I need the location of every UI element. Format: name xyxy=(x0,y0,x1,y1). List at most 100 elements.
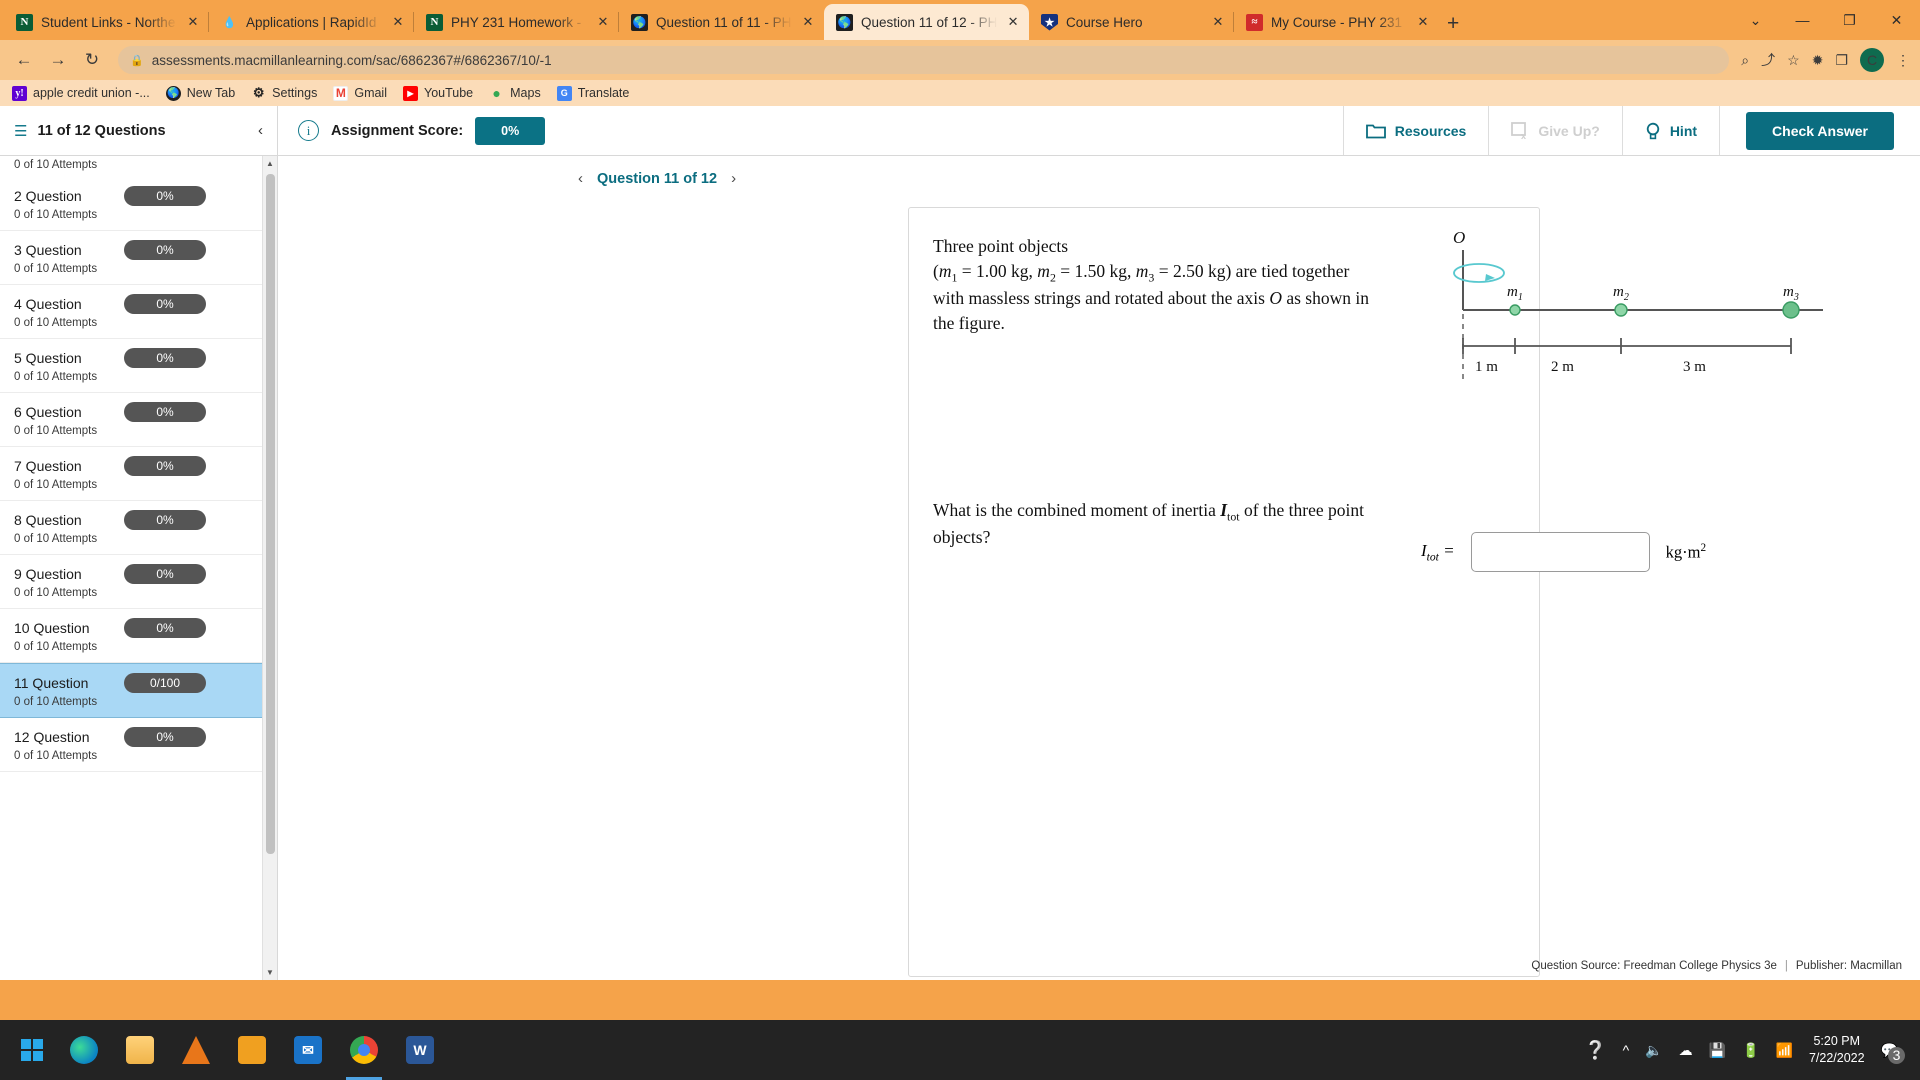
score-badge: 0% xyxy=(124,240,206,260)
maximize-button[interactable]: ❐ xyxy=(1826,0,1873,40)
check-answer-container: Check Answer xyxy=(1719,106,1920,155)
close-icon[interactable]: ✕ xyxy=(390,14,406,30)
browser-tab-6[interactable]: ★ Course Hero ✕ xyxy=(1029,4,1234,40)
folder-icon xyxy=(1365,124,1386,138)
sidebar-item-6[interactable]: 6 Question 0% 0 of 10 Attempts xyxy=(0,393,277,447)
cloud-off-icon[interactable]: ☁ xyxy=(1679,1042,1693,1059)
assignment-score-area: i Assignment Score: 0% xyxy=(278,106,1343,155)
browser-tab-2[interactable]: 💧 Applications | RapidId ✕ xyxy=(209,4,414,40)
give-up-button: x Give Up? xyxy=(1488,106,1621,155)
sidebar-item-row: 11 Question 0/100 xyxy=(14,673,261,693)
bookmark-gmail[interactable]: M Gmail xyxy=(333,85,387,101)
attempts-label: 0 of 10 Attempts xyxy=(14,209,98,221)
close-icon[interactable]: ✕ xyxy=(1005,14,1021,30)
sidebar-item-9[interactable]: 9 Question 0% 0 of 10 Attempts xyxy=(0,555,277,609)
browser-window: N Student Links - Northe ✕ 💧 Application… xyxy=(0,0,1920,1020)
volume-icon[interactable]: 🔈 xyxy=(1645,1042,1662,1059)
browser-menu-icon[interactable]: ⋮ xyxy=(1896,52,1910,69)
scroll-up-arrow-icon[interactable]: ▲ xyxy=(263,156,277,171)
reload-icon[interactable]: ↻ xyxy=(78,46,106,74)
wifi-icon[interactable]: 📶 xyxy=(1776,1042,1793,1059)
hint-button[interactable]: Hint xyxy=(1621,106,1719,155)
sidebar-item-row: 8 Question 0% xyxy=(14,510,261,530)
sidebar-item-7[interactable]: 7 Question 0% 0 of 10 Attempts xyxy=(0,447,277,501)
check-answer-button[interactable]: Check Answer xyxy=(1746,111,1894,150)
new-tab-button[interactable]: + xyxy=(1447,13,1459,34)
answer-input[interactable] xyxy=(1470,532,1650,573)
sidebar-item-label: 5 Question xyxy=(14,350,82,366)
extensions-icon[interactable]: ✹ xyxy=(1812,52,1824,69)
battery-icon[interactable]: 🔋 xyxy=(1742,1042,1759,1059)
clock[interactable]: 5:20 PM 7/22/2022 xyxy=(1809,1033,1865,1067)
close-icon[interactable]: ✕ xyxy=(1415,14,1431,30)
sidebar-item-5[interactable]: 5 Question 0% 0 of 10 Attempts xyxy=(0,339,277,393)
sidebar-item-11[interactable]: 11 Question 0/100 0 of 10 Attempts xyxy=(0,663,277,718)
taskbar-app-edge[interactable] xyxy=(56,1020,112,1080)
sidebar-item-2[interactable]: 2 Question 0% 0 of 10 Attempts xyxy=(0,177,277,231)
sidebar-item-label: 4 Question xyxy=(14,296,82,312)
browser-tab-3[interactable]: N PHY 231 Homework - ✕ xyxy=(414,4,619,40)
bookmark-maps[interactable]: ● Maps xyxy=(489,85,540,101)
browser-tab-5-active[interactable]: 🌎 Question 11 of 12 - PH ✕ xyxy=(824,4,1029,40)
prompt-part-c: objects? xyxy=(933,527,991,548)
scrollbar-thumb[interactable] xyxy=(266,174,275,854)
taskbar-app-chrome[interactable] xyxy=(336,1020,392,1080)
question-count-header: ☰ 11 of 12 Questions ‹ xyxy=(0,106,278,155)
chevron-down-icon[interactable]: ⌄ xyxy=(1732,0,1779,40)
sidebar-scrollbar[interactable]: ▲ ▼ xyxy=(262,156,277,980)
sidebar-icon[interactable]: ❐ xyxy=(1835,52,1848,69)
file-explorer-icon xyxy=(126,1036,154,1064)
sidebar-item-label: 3 Question xyxy=(14,242,82,258)
start-button[interactable] xyxy=(8,1020,56,1080)
zoom-icon[interactable]: ⌕ xyxy=(1741,52,1749,69)
sidebar-item-8[interactable]: 8 Question 0% 0 of 10 Attempts xyxy=(0,501,277,555)
resources-button[interactable]: Resources xyxy=(1342,106,1489,155)
taskbar-app-mail[interactable]: ✉ xyxy=(280,1020,336,1080)
sidebar-item-12[interactable]: 12 Question 0% 0 of 10 Attempts xyxy=(0,718,277,772)
sidebar-item-4[interactable]: 4 Question 0% 0 of 10 Attempts xyxy=(0,285,277,339)
share-icon[interactable]: ⤴ xyxy=(1761,50,1775,70)
sidebar-item-partial[interactable]: 0 of 10 Attempts xyxy=(0,159,277,177)
omnibox-actions: ⌕ ⤴ ☆ ✹ ❐ C ⋮ xyxy=(1741,48,1910,72)
taskbar-app-file-explorer[interactable] xyxy=(112,1020,168,1080)
collapse-sidebar-button[interactable]: ‹ xyxy=(258,122,263,139)
chevron-up-icon[interactable]: ^ xyxy=(1623,1042,1630,1058)
bookmark-settings[interactable]: ⚙ Settings xyxy=(251,85,318,101)
list-icon[interactable]: ☰ xyxy=(14,122,27,140)
sidebar-item-3[interactable]: 3 Question 0% 0 of 10 Attempts xyxy=(0,231,277,285)
sidebar-item-10[interactable]: 10 Question 0% 0 of 10 Attempts xyxy=(0,609,277,663)
bookmark-youtube[interactable]: ▶ YouTube xyxy=(403,85,473,101)
bookmark-translate[interactable]: G Translate xyxy=(556,85,629,101)
browser-tab-7[interactable]: ≈ My Course - PHY 231 ✕ xyxy=(1234,4,1439,40)
taskbar-app-store[interactable] xyxy=(224,1020,280,1080)
taskbar-app-vlc[interactable] xyxy=(168,1020,224,1080)
sidebar-item-row: 6 Question 0% xyxy=(14,402,261,422)
notification-center-button[interactable]: 💬 3 xyxy=(1881,1042,1905,1064)
n-logo-icon: N xyxy=(16,13,33,31)
close-icon[interactable]: ✕ xyxy=(595,14,611,30)
help-icon[interactable]: ❔ xyxy=(1584,1040,1606,1061)
bookmark-new-tab[interactable]: 🌎 New Tab xyxy=(165,85,236,101)
score-badge: 0/100 xyxy=(124,673,206,693)
prev-question-button[interactable]: ‹ xyxy=(578,170,583,187)
info-icon[interactable]: i xyxy=(298,120,319,141)
browser-tab-1[interactable]: N Student Links - Northe ✕ xyxy=(4,4,209,40)
onedrive-icon[interactable]: 💾 xyxy=(1709,1042,1726,1059)
minimize-button[interactable]: — xyxy=(1779,0,1826,40)
close-icon[interactable]: ✕ xyxy=(800,14,816,30)
forward-icon[interactable]: → xyxy=(44,46,72,74)
store-icon xyxy=(238,1036,266,1064)
close-icon[interactable]: ✕ xyxy=(1210,14,1226,30)
back-icon[interactable]: ← xyxy=(10,46,38,74)
next-question-button[interactable]: › xyxy=(731,170,736,187)
bookmark-apple-credit-union[interactable]: y! apple credit union -... xyxy=(12,85,150,101)
avatar[interactable]: C xyxy=(1860,48,1884,72)
scroll-down-arrow-icon[interactable]: ▼ xyxy=(263,965,277,980)
address-bar[interactable]: 🔒 assessments.macmillanlearning.com/sac/… xyxy=(118,46,1730,74)
close-window-button[interactable]: ✕ xyxy=(1873,0,1920,40)
taskbar-app-word[interactable]: W xyxy=(392,1020,448,1080)
close-icon[interactable]: ✕ xyxy=(185,14,201,30)
browser-tab-4[interactable]: 🌎 Question 11 of 11 - PH ✕ xyxy=(619,4,824,40)
bookmark-star-icon[interactable]: ☆ xyxy=(1787,52,1800,69)
bookmark-label: New Tab xyxy=(186,86,236,100)
